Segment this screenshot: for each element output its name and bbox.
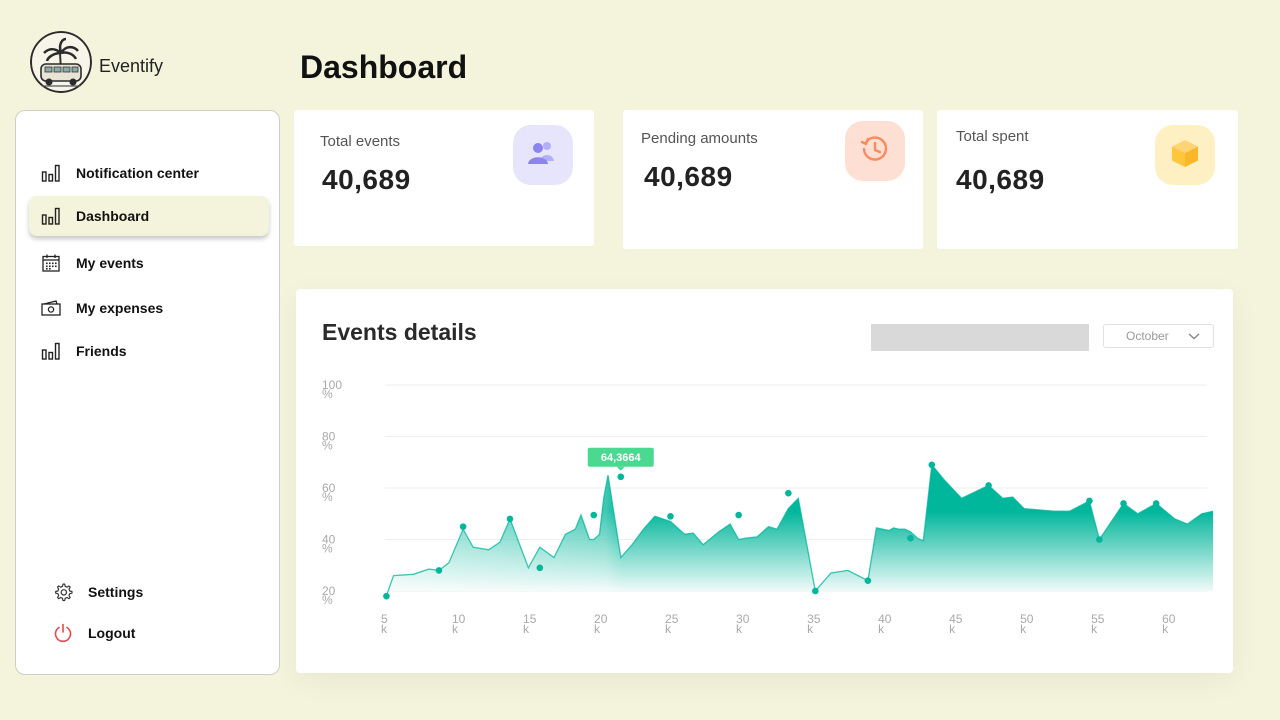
settings-button[interactable]: Settings bbox=[29, 572, 269, 612]
data-point bbox=[617, 473, 625, 481]
data-point bbox=[1086, 497, 1093, 505]
data-point bbox=[864, 577, 872, 584]
bar-chart-icon bbox=[41, 163, 61, 183]
stat-badge bbox=[845, 121, 905, 181]
data-point bbox=[985, 482, 992, 489]
events-area-chart[interactable]: 20 % 40 % 60 % 80 % 100 % 5 k 10 k 15 k 20 k 25 k 30 k 35 k 40 k 4… bbox=[296, 289, 1233, 673]
x-tick-label: 20 k bbox=[594, 612, 608, 636]
stat-value: 40,689 bbox=[322, 164, 411, 195]
page-title: Dashboard bbox=[300, 49, 468, 85]
sidebar-item-label: My events bbox=[76, 255, 144, 271]
y-tick-label: 20% bbox=[322, 584, 336, 607]
stat-card-pending-amounts: Pending amounts 40,689 bbox=[623, 110, 923, 249]
events-details-panel: Events details October 20% 40% 60% 80% 100% 5… bbox=[296, 289, 1233, 673]
tooltip-arrow bbox=[616, 466, 625, 471]
x-tick-label: 5k bbox=[381, 612, 388, 636]
sidebar-item-dashboard[interactable]: Dashboard bbox=[29, 196, 269, 236]
data-point bbox=[383, 592, 390, 600]
tooltip-label: 64,3664 bbox=[601, 452, 642, 464]
calendar-icon bbox=[41, 253, 61, 273]
y-tick-label: 80% bbox=[322, 430, 336, 453]
cash-icon bbox=[41, 298, 61, 318]
x-tick-label: 35 k bbox=[807, 612, 821, 636]
sidebar-item-my-events[interactable]: My events bbox=[29, 243, 269, 283]
users-icon bbox=[526, 139, 560, 172]
data-point bbox=[435, 567, 443, 574]
sidebar-item-label: Friends bbox=[76, 343, 127, 359]
stat-label: Pending amounts bbox=[641, 130, 758, 147]
x-tick-label: 30 k bbox=[736, 612, 750, 636]
data-point bbox=[1152, 500, 1160, 507]
stat-card-total-events: Total events 40,689 bbox=[294, 110, 594, 246]
stat-label: Total events bbox=[320, 133, 401, 150]
x-tick-label: 15 k bbox=[523, 612, 537, 636]
x-tick-label: 55 k bbox=[1091, 612, 1105, 636]
bar-chart-icon bbox=[41, 341, 61, 361]
data-point bbox=[941, 495, 948, 502]
logout-label: Logout bbox=[88, 625, 136, 641]
sidebar-item-friends[interactable]: Friends bbox=[29, 331, 269, 371]
x-tick-label: 25 k bbox=[665, 612, 679, 636]
x-tick-label: 10 k bbox=[452, 612, 466, 636]
data-point bbox=[506, 515, 514, 523]
data-point bbox=[785, 489, 792, 497]
sidebar-item-label: My expenses bbox=[76, 300, 164, 316]
history-icon bbox=[859, 133, 891, 170]
y-tick-label: 40% bbox=[322, 533, 336, 556]
box-icon bbox=[1169, 137, 1201, 174]
brand-name: Eventify bbox=[99, 56, 164, 76]
data-point bbox=[1096, 536, 1103, 543]
x-tick-label: 40 k bbox=[878, 612, 892, 636]
settings-label: Settings bbox=[88, 584, 144, 600]
data-point bbox=[907, 534, 914, 542]
y-tick-label: 100% bbox=[322, 378, 342, 401]
power-icon bbox=[53, 623, 73, 643]
x-tick-label: 60 k bbox=[1162, 612, 1176, 636]
sidebar-item-notification-center[interactable]: Notification center bbox=[29, 153, 269, 193]
data-point bbox=[590, 511, 598, 519]
data-point bbox=[459, 523, 467, 530]
sidebar-item-my-expenses[interactable]: My expenses bbox=[29, 288, 269, 328]
bar-chart-icon bbox=[41, 206, 61, 226]
data-point bbox=[735, 511, 742, 519]
sidebar-item-label: Notification center bbox=[76, 165, 199, 181]
data-point bbox=[812, 587, 819, 595]
y-tick-label: 60% bbox=[322, 481, 336, 504]
stat-value: 40,689 bbox=[644, 161, 733, 192]
x-tick-label: 45 k bbox=[949, 612, 963, 636]
sidebar: Notification center Dashboard My events … bbox=[15, 110, 280, 675]
logout-button[interactable]: Logout bbox=[29, 613, 269, 653]
gear-icon bbox=[53, 582, 73, 602]
stat-badge bbox=[513, 125, 573, 185]
stat-badge bbox=[1155, 125, 1215, 185]
data-point bbox=[536, 564, 544, 572]
sidebar-item-label: Dashboard bbox=[76, 208, 150, 224]
x-tick-label: 50 k bbox=[1020, 612, 1034, 636]
stat-label: Total spent bbox=[956, 128, 1029, 145]
brand-logo[interactable] bbox=[30, 31, 92, 93]
series-area-fade bbox=[386, 464, 1213, 597]
stat-card-total-spent: Total spent 40,689 bbox=[937, 110, 1238, 249]
data-point bbox=[928, 461, 936, 469]
data-point bbox=[667, 513, 674, 520]
data-point bbox=[1120, 500, 1127, 507]
stat-value: 40,689 bbox=[956, 164, 1045, 195]
